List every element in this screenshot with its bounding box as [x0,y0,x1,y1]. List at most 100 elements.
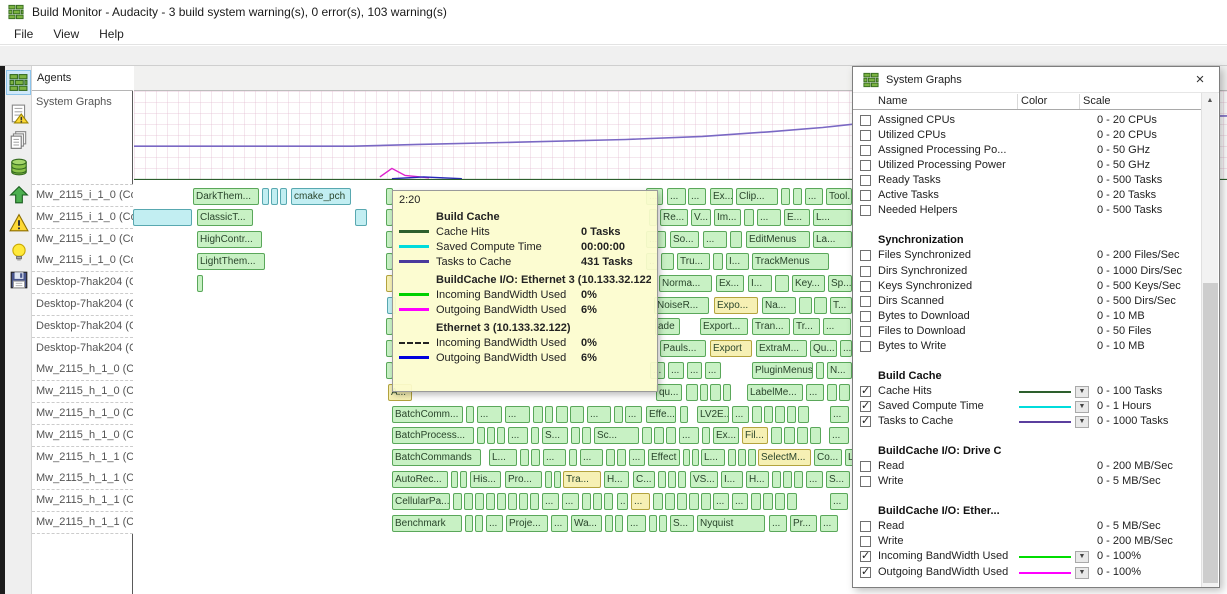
task-bar[interactable] [649,515,657,532]
task-bar[interactable] [748,449,756,466]
task-bar[interactable] [451,471,458,488]
task-bar[interactable] [642,427,652,444]
task-bar[interactable]: ... [732,406,749,423]
task-bar[interactable] [764,406,773,423]
task-bar[interactable] [465,515,473,532]
task-bar[interactable]: So... [670,231,699,248]
task-bar[interactable]: S... [826,471,850,488]
task-bar[interactable] [487,427,495,444]
task-bar[interactable]: Effe... [646,406,676,423]
graph-list-row[interactable]: Bytes to Write0 - 10 MB [853,340,1201,355]
graph-list-row[interactable]: Utilized CPUs0 - 20 CPUs [853,129,1201,144]
task-bar[interactable]: ... [757,209,781,226]
task-bar[interactable] [730,231,742,248]
task-bar[interactable] [680,406,688,423]
task-bar[interactable]: AutoRec... [392,471,448,488]
task-bar[interactable]: Im... [714,209,741,226]
task-bar[interactable]: ... [769,515,787,532]
task-bar[interactable] [775,406,785,423]
task-bar[interactable] [569,449,577,466]
task-bar[interactable]: Benchmark [392,515,462,532]
task-bar[interactable] [710,384,721,401]
task-bar[interactable]: Pauls... [660,340,706,357]
task-bar[interactable]: ... [806,384,824,401]
task-bar[interactable]: Pr... [790,515,817,532]
task-bar[interactable] [668,471,676,488]
task-bar[interactable]: ... [629,449,645,466]
checkbox[interactable] [860,476,871,487]
checkbox[interactable] [860,160,871,171]
graph-list-row[interactable]: ✓Cache Hits▼0 - 100 Tasks [853,385,1201,400]
task-bar[interactable] [604,493,613,510]
task-bar[interactable]: NoiseR... [654,297,709,314]
graph-list-row[interactable]: Files to Download0 - 50 Files [853,325,1201,340]
task-bar[interactable] [582,493,591,510]
task-bar[interactable] [556,406,568,423]
graph-list-row[interactable]: Needed Helpers0 - 500 Tasks [853,204,1201,219]
task-bar[interactable] [453,493,462,510]
task-bar[interactable]: ... [705,362,721,379]
task-bar[interactable]: ... [703,231,727,248]
task-bar[interactable]: ... [840,340,852,357]
task-bar[interactable] [700,384,708,401]
task-bar[interactable]: Tru... [677,253,710,270]
task-bar[interactable]: Tran... [752,318,790,335]
task-bar[interactable] [701,493,711,510]
task-bar[interactable]: LightThem... [197,253,265,270]
task-bar[interactable] [661,253,674,270]
task-bar[interactable] [775,493,785,510]
task-bar[interactable] [519,493,528,510]
task-bar[interactable]: Tool... [826,188,852,205]
task-bar[interactable]: Qu... [810,340,837,357]
task-bar[interactable] [464,493,473,510]
graph-list-row[interactable]: Active Tasks0 - 20 Tasks [853,189,1201,204]
task-bar[interactable]: BatchCommands [392,449,481,466]
checkbox[interactable]: ✓ [860,551,871,562]
task-bar[interactable] [545,471,552,488]
task-bar[interactable] [794,471,803,488]
task-bar[interactable]: ... [508,427,528,444]
task-bar[interactable] [570,406,584,423]
task-bar[interactable] [723,384,731,401]
task-bar[interactable]: LV2E... [697,406,729,423]
task-bar[interactable] [593,493,602,510]
graph-list-row[interactable]: ✓Outgoing BandWidth Used▼0 - 100% [853,566,1201,581]
task-bar[interactable]: I... [726,253,749,270]
task-bar[interactable]: Clip... [736,188,778,205]
task-bar[interactable]: ... [542,493,559,510]
task-bar[interactable]: ... [587,406,611,423]
task-bar[interactable] [752,406,762,423]
task-bar[interactable] [683,449,690,466]
checkbox[interactable] [860,536,871,547]
task-bar[interactable]: His... [470,471,501,488]
graph-list-row[interactable]: ✓Saved Compute Time▼0 - 1 Hours [853,400,1201,415]
task-bar[interactable] [477,427,485,444]
graph-list-row[interactable]: Utilized Processing Power0 - 50 GHz [853,159,1201,174]
task-bar[interactable]: Re... [660,209,688,226]
task-bar[interactable]: ade [655,318,680,335]
task-bar[interactable]: V... [691,209,711,226]
task-bar[interactable] [686,384,698,401]
task-bar[interactable]: ... [713,493,729,510]
task-bar[interactable] [797,427,808,444]
task-bar[interactable] [771,427,782,444]
task-bar[interactable]: ... [486,515,503,532]
task-bar[interactable] [262,188,269,205]
task-bar[interactable]: ... [543,449,566,466]
task-bar[interactable] [658,471,666,488]
task-bar[interactable] [475,515,483,532]
task-bar[interactable]: ... [580,449,603,466]
task-bar[interactable]: Key... [792,275,825,292]
task-bar[interactable]: ... [505,406,530,423]
color-dropdown-button[interactable]: ▼ [1075,567,1089,579]
task-bar[interactable]: Sc... [594,427,639,444]
task-bar[interactable]: qu... [656,384,682,401]
task-bar[interactable]: S... [670,515,694,532]
task-bar[interactable] [787,406,796,423]
graph-list-row[interactable]: Keys Synchronized0 - 500 Keys/Sec [853,280,1201,295]
task-bar[interactable]: ... [627,515,646,532]
graph-list-row[interactable]: Read0 - 5 MB/Sec [853,520,1201,535]
task-bar[interactable] [531,427,539,444]
task-bar[interactable]: VS... [690,471,718,488]
graph-list-row[interactable]: Write0 - 5 MB/Sec [853,475,1201,490]
